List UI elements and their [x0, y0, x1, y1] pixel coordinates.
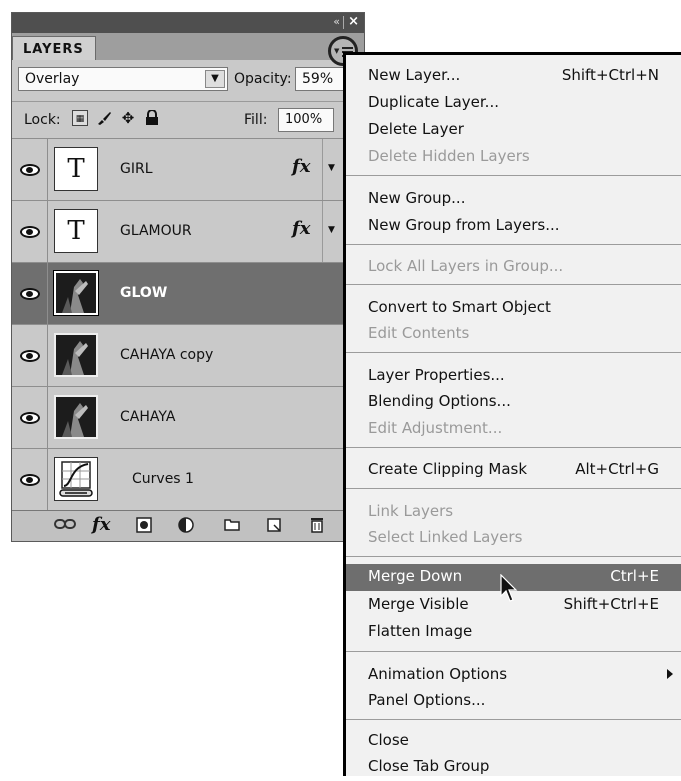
visibility-toggle[interactable]	[12, 387, 48, 448]
layer-name[interactable]: GIRL	[120, 161, 153, 177]
menu-item-create-clipping-mask[interactable]: Create Clipping Mask Alt+Ctrl+G	[346, 457, 681, 484]
menu-separator	[346, 651, 681, 652]
menu-item-edit-adjustment: Edit Adjustment...	[368, 419, 503, 437]
lock-position-icon[interactable]: ✥	[120, 110, 136, 126]
mouse-pointer-icon	[500, 573, 520, 610]
menu-item-link-layers: Link Layers	[368, 502, 454, 520]
close-icon[interactable]: ×	[348, 14, 359, 29]
titlebar-divider	[343, 16, 344, 29]
layers-panel: « × LAYERS ▼ Overlay ▼ Opacity: 59% Lock…	[11, 12, 365, 542]
visibility-toggle[interactable]	[12, 263, 48, 324]
layer-name[interactable]: GLAMOUR	[120, 223, 192, 239]
eye-icon	[19, 163, 40, 176]
layer-row-curves-1[interactable]: Curves 1	[12, 448, 364, 510]
menu-separator	[346, 175, 681, 176]
menu-item-new-group-from-layers[interactable]: New Group from Layers...	[346, 213, 681, 240]
lock-image-pixels-icon[interactable]	[96, 110, 112, 126]
menu-separator	[346, 719, 681, 720]
lock-transparent-pixels-icon[interactable]: ▦	[72, 110, 88, 126]
blend-mode-value: Overlay	[25, 71, 80, 87]
visibility-toggle[interactable]	[12, 201, 48, 262]
menu-item-lock-all-layers-in-group: Lock All Layers in Group...	[368, 257, 564, 275]
collapse-icon[interactable]: «	[333, 15, 340, 28]
layer-name[interactable]: CAHAYA	[120, 409, 175, 425]
eye-icon	[19, 287, 40, 300]
adjustment-icon[interactable]	[178, 517, 196, 537]
photo-layer-thumbnail	[54, 333, 98, 377]
blend-opacity-row: Overlay ▼ Opacity: 59%	[12, 61, 364, 95]
layer-row-cahaya[interactable]: CAHAYA	[12, 386, 364, 448]
menu-triangle-icon: ▼	[334, 47, 340, 55]
menu-item-close-tab-group[interactable]: Close Tab Group	[346, 754, 681, 781]
text-layer-thumbnail: T	[54, 147, 98, 191]
menu-item-new-group[interactable]: New Group...	[346, 186, 681, 213]
opacity-label: Opacity:	[234, 71, 292, 87]
menu-separator	[346, 556, 681, 557]
fx-icon[interactable]: fx	[92, 514, 110, 535]
visibility-toggle[interactable]	[12, 139, 48, 200]
menu-item-duplicate-layer[interactable]: Duplicate Layer...	[346, 90, 681, 117]
group-folder-icon[interactable]	[224, 517, 240, 535]
menu-item-delete-hidden-layers: Delete Hidden Layers	[368, 147, 530, 165]
trash-icon[interactable]	[310, 517, 324, 537]
layer-name[interactable]: GLOW	[120, 285, 167, 301]
new-layer-icon[interactable]	[266, 517, 282, 537]
panel-tab-row: LAYERS	[12, 33, 364, 60]
photo-layer-thumbnail	[53, 270, 99, 316]
photo-layer-thumbnail	[54, 395, 98, 439]
divider	[322, 201, 323, 262]
menu-item-new-layer[interactable]: New Layer... Shift+Ctrl+N	[346, 63, 681, 90]
menu-item-edit-contents: Edit Contents	[368, 324, 470, 342]
menu-item-panel-options[interactable]: Panel Options...	[346, 688, 681, 715]
layer-row-cahaya-copy[interactable]: CAHAYA copy	[12, 324, 364, 386]
lock-all-icon[interactable]	[144, 109, 160, 126]
menu-separator	[346, 352, 681, 353]
expand-effects-icon[interactable]: ▼	[328, 225, 335, 235]
opacity-field[interactable]: 59%	[295, 67, 347, 91]
menu-item-select-linked-layers: Select Linked Layers	[368, 528, 523, 546]
menu-item-blending-options[interactable]: Blending Options...	[346, 389, 681, 416]
lock-label: Lock:	[24, 112, 61, 128]
text-layer-thumbnail: T	[54, 209, 98, 253]
eye-icon	[19, 349, 40, 362]
eye-icon	[19, 473, 40, 486]
fx-icon[interactable]: fx	[292, 218, 310, 239]
layer-row-glamour[interactable]: T GLAMOUR fx ▼	[12, 200, 364, 262]
fill-label: Fill:	[244, 112, 268, 128]
expand-effects-icon[interactable]: ▼	[328, 163, 335, 173]
submenu-arrow-icon	[667, 669, 673, 679]
menu-item-layer-properties[interactable]: Layer Properties...	[346, 363, 681, 390]
layers-panel-flyout-menu: New Layer... Shift+Ctrl+N Duplicate Layer…	[343, 52, 681, 776]
menu-separator	[346, 244, 681, 245]
menu-item-convert-to-smart-object[interactable]: Convert to Smart Object	[346, 295, 681, 322]
eye-icon	[19, 225, 40, 238]
fill-field[interactable]: 100%	[278, 108, 334, 132]
lock-fill-row: Lock: ▦ ✥ Fill: 100%	[12, 101, 364, 136]
visibility-toggle[interactable]	[12, 449, 48, 510]
menu-item-animation-options[interactable]: Animation Options	[346, 662, 681, 689]
link-icon[interactable]	[54, 517, 76, 535]
menu-separator	[346, 284, 681, 285]
mask-icon[interactable]	[136, 517, 152, 537]
panel-titlebar: « ×	[12, 13, 364, 33]
eye-icon	[19, 411, 40, 424]
visibility-toggle[interactable]	[12, 325, 48, 386]
menu-item-close[interactable]: Close	[346, 728, 681, 755]
divider	[322, 139, 323, 200]
menu-separator	[346, 488, 681, 489]
layer-row-girl[interactable]: T GIRL fx ▼	[12, 138, 364, 200]
layer-row-glow[interactable]: GLOW	[12, 262, 364, 324]
chevron-down-icon[interactable]: ▼	[205, 70, 225, 88]
tab-layers[interactable]: LAYERS	[12, 36, 96, 60]
fx-icon[interactable]: fx	[292, 156, 310, 177]
menu-item-delete-layer[interactable]: Delete Layer	[346, 117, 681, 144]
blend-mode-select[interactable]: Overlay ▼	[18, 67, 228, 91]
menu-separator	[346, 447, 681, 448]
layer-name[interactable]: CAHAYA copy	[120, 347, 213, 363]
menu-item-flatten-image[interactable]: Flatten Image	[346, 619, 681, 646]
layer-name[interactable]: Curves 1	[132, 471, 194, 487]
panel-bottom-toolbar: fx	[12, 510, 364, 541]
curves-adjustment-icon	[54, 457, 98, 501]
